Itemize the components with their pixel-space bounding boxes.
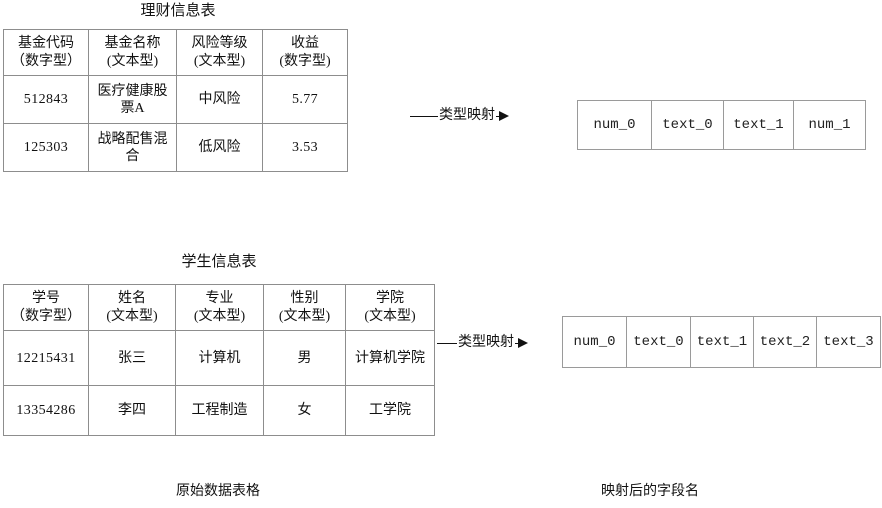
table-header-row: 基金代码 （数字型） 基金名称 (文本型) 风险等级 (文本型) 收益 (数字型… bbox=[3, 29, 348, 76]
table-row: 125303 战略配售混合 低风险 3.53 bbox=[3, 123, 348, 172]
student-cell-id: 12215431 bbox=[3, 330, 89, 386]
header-field-type: (文本型) bbox=[106, 53, 159, 69]
student-cell-college: 计算机学院 bbox=[345, 330, 435, 386]
fund-header-cell-0: 基金代码 （数字型） bbox=[3, 29, 89, 76]
header-field-type: (数字型) bbox=[279, 53, 331, 69]
student-arrow-label: 类型映射 bbox=[458, 335, 514, 350]
fund-type-mapping-arrow: 类型映射 bbox=[410, 108, 509, 124]
student-cell-name: 张三 bbox=[88, 330, 176, 386]
fund-mapped-fields-box: num_0 text_0 text_1 num_1 bbox=[577, 100, 866, 150]
student-type-mapping-arrow: 类型映射 bbox=[437, 335, 528, 351]
right-section-caption: 映射后的字段名 bbox=[601, 484, 699, 499]
header-field-name: 专业 bbox=[205, 290, 234, 306]
table-row: 13354286 李四 工程制造 女 工学院 bbox=[3, 385, 435, 436]
mapped-field-cell-1: text_0 bbox=[651, 100, 724, 150]
header-field-type: (文本型) bbox=[193, 53, 246, 69]
fund-cell-risk: 低风险 bbox=[176, 123, 263, 172]
student-header-cell-4: 学院 (文本型) bbox=[345, 284, 435, 331]
fund-header-cell-1: 基金名称 (文本型) bbox=[88, 29, 177, 76]
header-field-name: 性别 bbox=[290, 290, 319, 306]
left-section-caption: 原始数据表格 bbox=[176, 484, 260, 499]
student-cell-gender: 女 bbox=[263, 385, 346, 436]
student-cell-gender: 男 bbox=[263, 330, 346, 386]
student-mapped-fields-box: num_0 text_0 text_1 text_2 text_3 bbox=[562, 316, 881, 368]
header-field-name: 学院 bbox=[376, 290, 404, 306]
header-field-type: (文本型) bbox=[278, 308, 331, 324]
header-field-type: (文本型) bbox=[193, 308, 246, 324]
student-header-cell-1: 姓名 (文本型) bbox=[88, 284, 176, 331]
student-header-cell-0: 学号 （数字型） bbox=[3, 284, 89, 331]
student-cell-name: 李四 bbox=[88, 385, 176, 436]
mapped-field-cell-2: text_1 bbox=[690, 316, 754, 368]
fund-cell-code: 125303 bbox=[3, 123, 89, 172]
arrow-head-icon bbox=[518, 338, 528, 348]
header-field-name: 基金名称 bbox=[104, 35, 161, 51]
mapped-field-cell-4: text_3 bbox=[816, 316, 881, 368]
student-table-title: 学生信息表 bbox=[181, 254, 257, 270]
student-cell-major: 计算机 bbox=[175, 330, 264, 386]
student-header-cell-2: 专业 (文本型) bbox=[175, 284, 264, 331]
student-cell-college: 工学院 bbox=[345, 385, 435, 436]
mapped-field-row: num_0 text_0 text_1 text_2 text_3 bbox=[562, 316, 881, 368]
student-info-table: 学号 （数字型） 姓名 (文本型) 专业 (文本型) 性别 (文本型) 学院 (… bbox=[3, 284, 435, 436]
header-field-name: 基金代码 bbox=[18, 35, 74, 51]
fund-arrow-label: 类型映射 bbox=[439, 108, 495, 123]
header-field-type: (文本型) bbox=[106, 308, 158, 324]
mapped-field-row: num_0 text_0 text_1 num_1 bbox=[577, 100, 866, 150]
mapped-field-cell-3: text_2 bbox=[753, 316, 817, 368]
mapped-field-cell-3: num_1 bbox=[793, 100, 866, 150]
fund-info-table: 基金代码 （数字型） 基金名称 (文本型) 风险等级 (文本型) 收益 (数字型… bbox=[3, 29, 348, 172]
mapped-field-cell-1: text_0 bbox=[626, 316, 691, 368]
fund-header-cell-3: 收益 (数字型) bbox=[262, 29, 348, 76]
arrow-line bbox=[437, 342, 457, 344]
student-cell-id: 13354286 bbox=[3, 385, 89, 436]
arrow-head-icon bbox=[499, 111, 509, 121]
table-header-row: 学号 （数字型） 姓名 (文本型) 专业 (文本型) 性别 (文本型) 学院 (… bbox=[3, 284, 435, 331]
mapped-field-cell-0: num_0 bbox=[562, 316, 627, 368]
fund-cell-name: 医疗健康股票A bbox=[88, 75, 177, 124]
table-row: 512843 医疗健康股票A 中风险 5.77 bbox=[3, 75, 348, 124]
table-row: 12215431 张三 计算机 男 计算机学院 bbox=[3, 330, 435, 386]
mapped-field-cell-2: text_1 bbox=[723, 100, 794, 150]
header-field-type: (文本型) bbox=[364, 308, 416, 324]
fund-cell-risk: 中风险 bbox=[176, 75, 263, 124]
mapped-field-cell-0: num_0 bbox=[577, 100, 652, 150]
student-header-cell-3: 性别 (文本型) bbox=[263, 284, 346, 331]
student-cell-major: 工程制造 bbox=[175, 385, 264, 436]
fund-table-title: 理财信息表 bbox=[140, 3, 216, 19]
header-field-name: 风险等级 bbox=[191, 35, 248, 51]
fund-cell-return: 5.77 bbox=[262, 75, 348, 124]
fund-header-cell-2: 风险等级 (文本型) bbox=[176, 29, 263, 76]
header-field-name: 学号 bbox=[32, 290, 60, 306]
header-field-type: （数字型） bbox=[11, 53, 81, 69]
diagram-canvas: 理财信息表 基金代码 （数字型） 基金名称 (文本型) 风险等级 (文本型) 收… bbox=[0, 0, 882, 508]
arrow-line bbox=[410, 115, 438, 117]
fund-cell-name: 战略配售混合 bbox=[88, 123, 177, 172]
fund-cell-return: 3.53 bbox=[262, 123, 348, 172]
header-field-name: 姓名 bbox=[118, 290, 146, 306]
header-field-name: 收益 bbox=[291, 35, 319, 51]
header-field-type: （数字型） bbox=[11, 308, 81, 324]
fund-cell-code: 512843 bbox=[3, 75, 89, 124]
